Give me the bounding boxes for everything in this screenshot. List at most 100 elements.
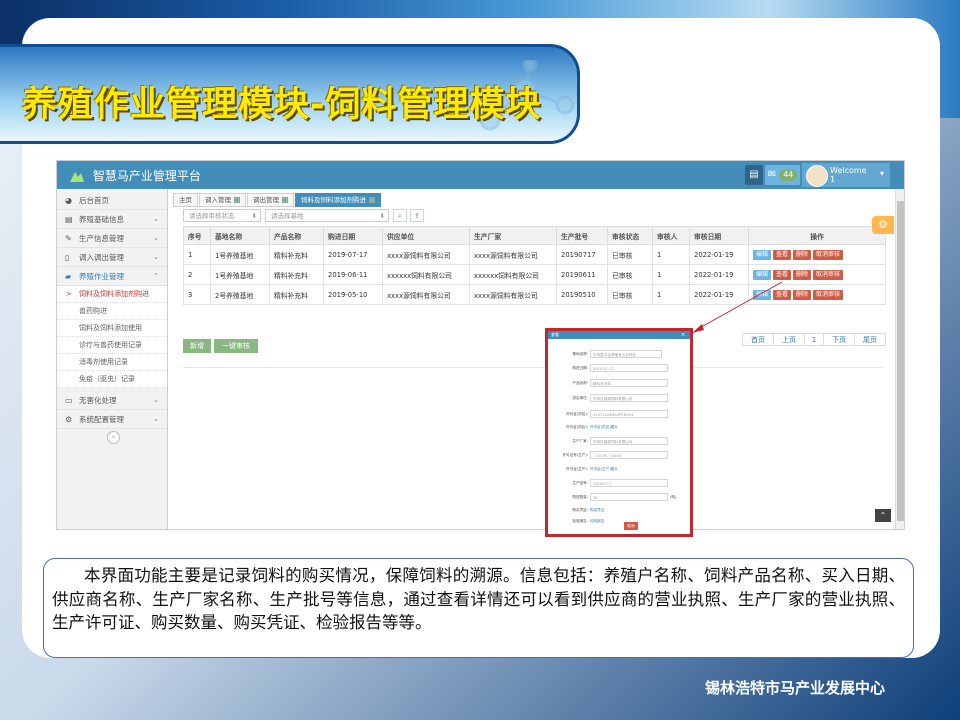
messages-button[interactable]: ✉ 44 (765, 165, 800, 185)
chevron-down-icon: ⌄ (153, 396, 159, 404)
table-cell: 2 (183, 264, 211, 285)
scrollbar[interactable] (895, 189, 904, 529)
sidebar-item-system-config[interactable]: ⚙ 系统配置管理 ⌄ (57, 410, 167, 429)
description-text: 本界面功能主要是记录饲料的购买情况，保障饲料的溯源。信息包括：养殖户名称、饲料产… (52, 566, 905, 632)
sidebar-subitem-feed-usage[interactable]: 饲料及饲料添加使用 (57, 320, 167, 337)
table-cell: 20190717 (556, 244, 608, 265)
tab-feed-purchase[interactable]: 饲料及饲料添加剂购进 (295, 193, 381, 207)
close-icon[interactable] (369, 197, 375, 203)
export-button[interactable]: ⇪ (410, 209, 424, 222)
sidebar-subitem-immunization[interactable]: 免疫（驱虫）记录 (57, 371, 167, 388)
popup-field-link[interactable]: 购买凭证 (590, 508, 604, 513)
view-button[interactable]: 查看 (773, 269, 792, 280)
popup-field-link[interactable]: 许可证(生产)图片 (590, 467, 618, 472)
sidebar: ◕ 后台首页 ▤ 养殖基础信息 ⌄ ✎ 生产信息管理 ⌄ ▯ 调入调出管理 ⌄ … (57, 189, 168, 529)
table-cell: 1号养殖基地 (210, 264, 270, 285)
popup-field-link[interactable]: 检验报告 (590, 519, 604, 524)
sidebar-subitem-disinfectant[interactable]: 消毒剂使用记录 (57, 354, 167, 371)
table-cell: xxxxxx饲料有限公司 (469, 264, 557, 285)
column-header: 操作 (748, 226, 886, 245)
popup-field-value: 10 (590, 493, 668, 501)
callout-arrow-icon (692, 281, 783, 333)
sidebar-item-base-info[interactable]: ▤ 养殖基础信息 ⌄ (57, 210, 167, 229)
popup-field-value: 东阿县众合养殖专业合作社 (590, 350, 662, 358)
popup-cancel-button[interactable]: 取消 (624, 522, 638, 530)
add-button[interactable]: 新增 (183, 339, 211, 353)
delete-button[interactable]: 删除 (793, 289, 812, 300)
sidebar-item-harmless[interactable]: ▭ 无害化处理 ⌄ (57, 391, 167, 410)
pager-next[interactable]: 下页 (823, 333, 855, 346)
user-id: 1 (830, 175, 836, 184)
table-cell: 精料补充料 (269, 284, 324, 305)
delete-button[interactable]: 删除 (793, 249, 812, 260)
row-actions: 编辑 查看 删除 取消审核 (748, 244, 886, 265)
sidebar-item-home[interactable]: ◕ 后台首页 (57, 191, 167, 210)
sidebar-subitem-treatment-record[interactable]: 诊疗与兽药使用记录 (57, 337, 167, 354)
table-cell: 1号养殖基地 (210, 244, 270, 265)
view-button[interactable]: 查看 (773, 249, 792, 260)
settings-float-button[interactable]: ⚙ (872, 216, 894, 234)
sidebar-collapse-button[interactable]: » (107, 431, 120, 444)
sidebar-item-breeding-ops[interactable]: ▰ 养殖作业管理 ⌃ (57, 267, 167, 286)
tab-home[interactable]: 主页 (173, 193, 198, 207)
user-menu[interactable]: Welcome 1 ▾ (802, 163, 890, 187)
column-header: 供应单位 (382, 226, 470, 245)
revoke-review-button[interactable]: 取消审核 (813, 289, 844, 300)
column-header: 基地名称 (210, 226, 270, 245)
tab-transfer-in[interactable]: 调入管理 (199, 193, 246, 207)
tab-label: 饲料及饲料添加剂购进 (301, 196, 366, 204)
sidebar-item-label: 无害化处理 (79, 396, 117, 405)
tab-transfer-out[interactable]: 调出管理 (247, 193, 294, 207)
dashboard-icon: ◕ (65, 196, 72, 205)
slide-title: 养殖作业管理模块-饲料管理模块 (22, 85, 542, 125)
close-icon[interactable] (282, 197, 288, 203)
caret-down-icon: ▾ (880, 169, 885, 178)
review-status-select[interactable]: 请选择审核状态 ⬍ (183, 209, 261, 222)
sidebar-item-production[interactable]: ✎ 生产信息管理 ⌄ (57, 229, 167, 248)
tasks-button[interactable]: ▤ (745, 165, 763, 185)
pager-current[interactable]: 1 (804, 333, 824, 346)
column-header: 产品名称 (269, 226, 324, 245)
batch-review-button[interactable]: 一键审核 (214, 339, 258, 353)
organization-name: 锡林浩特市马产业发展中心 (705, 679, 886, 697)
chevron-down-icon: ⌄ (153, 415, 159, 423)
popup-field-unit: (吨) (670, 495, 677, 499)
select-arrow-icon: ⬍ (379, 212, 385, 220)
horse-logo-icon (70, 171, 84, 182)
app-logo: 智慧马产业管理平台 (69, 167, 201, 184)
edit-button[interactable]: 编辑 (753, 269, 772, 280)
scroll-top-button[interactable]: ⌃ (875, 509, 891, 522)
list-icon: ▤ (65, 215, 73, 224)
sidebar-subitem-vet-drug-purchase[interactable]: 兽药购进 (57, 303, 167, 320)
close-icon[interactable] (234, 197, 240, 203)
revoke-review-button[interactable]: 取消审核 (813, 269, 844, 280)
app-header: 智慧马产业管理平台 ▤ ✉ 44 Welcome 1 ▾ (57, 161, 904, 189)
scrollbar-thumb[interactable] (897, 201, 904, 521)
edit-button[interactable]: 编辑 (753, 249, 772, 260)
popup-field-value: 91371524MA3P5D0X4 (590, 410, 668, 418)
table-cell: xxxxxx饲料有限公司 (382, 264, 470, 285)
notification-badge: 44 (779, 169, 798, 181)
table-row: 1 1号养殖基地 精料补充料 2019-07-17 xxxx源饲料有限公司 xxxx源饲料… (183, 244, 886, 265)
sidebar-item-transfer[interactable]: ▯ 调入调出管理 ⌄ (57, 248, 167, 267)
delete-button[interactable]: 删除 (793, 269, 812, 280)
avatar (806, 165, 828, 187)
detail-popup: 查看 × 基地名称: 东阿县众合养殖专业合作社 购进日期: 2019-07-17 产品名… (545, 328, 693, 537)
base-select[interactable]: 请选择基地 ⬍ (265, 209, 389, 222)
sidebar-subitem-feed-purchase[interactable]: 饲料及饲料添加剂购进 (57, 286, 167, 303)
table-cell: 2019-07-17 (323, 244, 383, 265)
revoke-review-button[interactable]: 取消审核 (813, 249, 844, 260)
column-header: 审核日期 (689, 226, 749, 245)
search-button[interactable]: ⌕ (393, 209, 407, 222)
popup-field-link[interactable]: 许可证(供应)图片 (590, 425, 618, 430)
chevron-up-icon: ⌃ (153, 272, 159, 280)
double-chevron-icon: » (111, 433, 116, 441)
table-cell: 精料补充料 (269, 264, 324, 285)
table-cell: 1 (652, 284, 690, 305)
column-header: 生产批号 (556, 226, 608, 245)
close-icon[interactable]: × (681, 331, 685, 339)
table-cell: 1 (652, 244, 690, 265)
column-header: 审核人 (652, 226, 690, 245)
pager-last[interactable]: 尾页 (854, 333, 886, 346)
table-cell: 2号养殖基地 (210, 284, 270, 305)
